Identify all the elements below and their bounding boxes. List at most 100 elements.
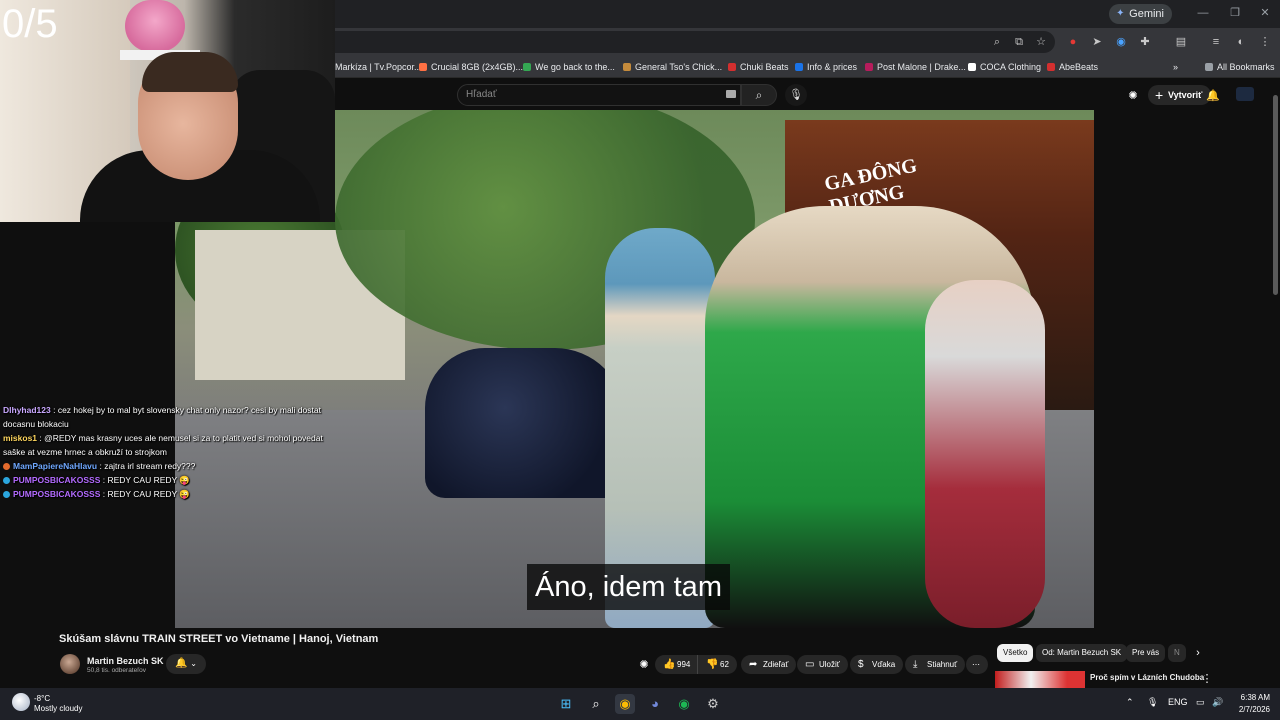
close-icon[interactable]: ✕ [1257, 5, 1273, 21]
zoom-icon[interactable]: ⌕ [989, 34, 1005, 50]
install-icon[interactable]: ⧉ [1011, 34, 1027, 50]
bookmark-item[interactable]: Markíza | Tv.Popcor... [323, 60, 422, 74]
bookmark-item[interactable]: Crucial 8GB (2x4GB)... [419, 60, 523, 74]
extension-blue-icon[interactable]: ◉ [1113, 34, 1129, 50]
chat-username: PUMPOSBICAKOSSS [13, 489, 101, 499]
bookmark-favicon [1047, 63, 1055, 71]
video-player-area: GA ĐÔNG DƯƠNG Áno, idem tam [175, 110, 1280, 628]
extension-arrow-icon[interactable]: ➤ [1089, 34, 1105, 50]
webcam-streamer-hair [142, 52, 238, 92]
chips-next-icon[interactable]: › [1190, 645, 1206, 661]
bell-icon: 🔔 [175, 658, 188, 669]
thanks-button[interactable]: $ Vďaka [850, 655, 904, 674]
screen: ✦ Gemini — ❐ ✕ ⌕ ⧉ ☆ ● ➤ ◉ ✚ ▤ ≡ ◐ ⋮ Mar… [0, 0, 1280, 720]
weather-icon[interactable] [12, 693, 30, 711]
browser-titlebar: ✦ Gemini — ❐ ✕ [335, 0, 1280, 28]
share-icon: ➦ [749, 659, 758, 670]
windows-taskbar: -8°C Mostly cloudy ⊞ ⌕ ◉ ◕ ◉ ⚙ ⌃ 🎙 ENG ▭… [0, 688, 1280, 720]
spotify-icon[interactable]: ◉ [674, 694, 694, 714]
video-subtitle: Áno, idem tam [527, 564, 730, 610]
google-favicon [523, 63, 531, 71]
keyboard-icon[interactable] [726, 90, 736, 98]
like-button[interactable]: 👍 994 [655, 655, 699, 674]
bookmarks-bar: Markíza | Tv.Popcor... Crucial 8GB (2x4G… [335, 56, 1280, 78]
channel-subscribers: 50,8 tis. odberateľov [87, 667, 146, 674]
discord-icon[interactable]: ◕ [645, 694, 665, 714]
gemini-button[interactable]: ✦ Gemini [1109, 4, 1172, 24]
bookmark-item[interactable]: Info & prices [795, 60, 857, 74]
side-panel [1094, 110, 1280, 628]
address-bar[interactable] [335, 31, 1055, 53]
cast-icon[interactable]: ≡ [1208, 34, 1224, 50]
chat-badge-icon [3, 477, 10, 485]
webcam-toy [125, 0, 185, 52]
thumbs-down-icon: 👎 [706, 659, 719, 670]
search-button[interactable]: ⌕ [741, 84, 777, 106]
sidepanel-icon[interactable]: ▤ [1173, 34, 1189, 50]
profile-avatar-icon[interactable]: ◐ [1233, 34, 1249, 50]
related-video-title[interactable]: Proč spím v Lázních Chudoba? | [1090, 673, 1205, 682]
gemini-icon: ✦ [1116, 8, 1125, 19]
dislike-button[interactable]: 👎 62 [697, 655, 737, 674]
chat-message: miskos1 : @REDY mas krasny uces ale nemu… [0, 431, 345, 459]
create-button[interactable]: + Vytvoriť [1148, 85, 1211, 105]
search-icon[interactable]: ⌕ [586, 694, 606, 714]
chat-username: PUMPOSBICAKOSSS [13, 475, 101, 485]
chat-badge-icon [3, 491, 10, 499]
chip-all[interactable]: Všetko [997, 644, 1034, 662]
app-icon[interactable]: ⚙ [703, 694, 723, 714]
bookmark-star-icon[interactable]: ☆ [1033, 34, 1049, 50]
channel-avatar[interactable] [60, 654, 80, 674]
voice-search-icon[interactable]: 🎙 [785, 84, 807, 106]
tray-overflow-icon[interactable]: ⌃ [1126, 697, 1134, 708]
chat-text: : cez hokej by to mal byt slovensky chat… [3, 405, 321, 429]
chat-message: PUMPOSBICAKOSSS : REDY CAU REDY 😜 [0, 487, 345, 501]
start-icon[interactable]: ⊞ [556, 694, 576, 714]
chat-message: PUMPOSBICAKOSSS : REDY CAU REDY 😜 [0, 473, 345, 487]
chip-from-channel[interactable]: Od: Martin Bezuch SK [1036, 644, 1128, 662]
bookmark-item[interactable]: Chuki Beats [728, 60, 789, 74]
more-dots-icon: ⋯ [972, 660, 980, 669]
subscription-bell-button[interactable]: 🔔 ⌄ [166, 654, 206, 674]
video-title: Skúšam slávnu TRAIN STREET vo Vietname |… [59, 633, 379, 645]
menu-dots-icon[interactable]: ⋮ [1257, 34, 1273, 50]
clock-time[interactable]: 6:38 AM [1232, 693, 1270, 702]
bookmark-item[interactable]: Post Malone | Drake... [865, 60, 966, 74]
extensions-puzzle-icon[interactable]: ✚ [1137, 34, 1153, 50]
bookmark-item[interactable]: AbeBeats [1047, 60, 1098, 74]
ambient-icon[interactable]: ✺ [1125, 88, 1141, 104]
account-avatar[interactable] [1236, 87, 1254, 101]
download-button[interactable]: ⤓ Stiahnuť [905, 655, 966, 674]
save-icon: ▭ [805, 659, 815, 670]
minimize-icon[interactable]: — [1195, 5, 1211, 21]
clock-date[interactable]: 2/7/2026 [1230, 705, 1270, 714]
bookmark-item[interactable]: COCA Clothing [968, 60, 1041, 74]
language-indicator[interactable]: ENG [1168, 697, 1188, 707]
related-menu-icon[interactable]: ⋮ [1199, 671, 1215, 687]
network-icon[interactable]: ▭ [1196, 697, 1205, 708]
bookmark-item[interactable]: General Tso's Chick... [623, 60, 722, 74]
microphone-icon[interactable]: 🎙 [1147, 697, 1158, 708]
channel-name[interactable]: Martin Bezuch SK [87, 656, 164, 666]
chat-message: Dlhyhad123 : cez hokej by to mal byt slo… [0, 403, 345, 431]
notifications-icon[interactable]: 🔔 [1205, 88, 1221, 104]
save-button[interactable]: ▭ Uložiť [797, 655, 848, 674]
bookmark-item[interactable]: We go back to the... [523, 60, 615, 74]
extension-red-icon[interactable]: ● [1065, 34, 1081, 50]
related-video-thumbnail[interactable] [995, 671, 1085, 688]
maximize-icon[interactable]: ❐ [1227, 5, 1243, 21]
gemini-label: Gemini [1129, 8, 1164, 20]
share-button[interactable]: ➦ Zdieľať [741, 655, 797, 674]
ambient-mode-icon[interactable]: ✺ [636, 657, 652, 673]
bookmarks-overflow-icon[interactable]: » [1173, 60, 1178, 74]
all-bookmarks-folder[interactable]: All Bookmarks [1205, 60, 1275, 74]
chrome-icon[interactable]: ◉ [615, 694, 635, 714]
page-scrollbar[interactable] [1273, 95, 1278, 295]
more-actions-button[interactable]: ⋯ [966, 655, 988, 674]
volume-icon[interactable]: 🔊 [1212, 697, 1223, 708]
webcam-overlay: 0/5 [0, 0, 335, 222]
search-input[interactable]: Hľadať [457, 84, 741, 106]
chip-for-you[interactable]: Pre vás [1126, 644, 1166, 662]
chip-overflow[interactable]: N [1168, 644, 1186, 662]
chat-overlay: Dlhyhad123 : cez hokej by to mal byt slo… [0, 403, 345, 501]
